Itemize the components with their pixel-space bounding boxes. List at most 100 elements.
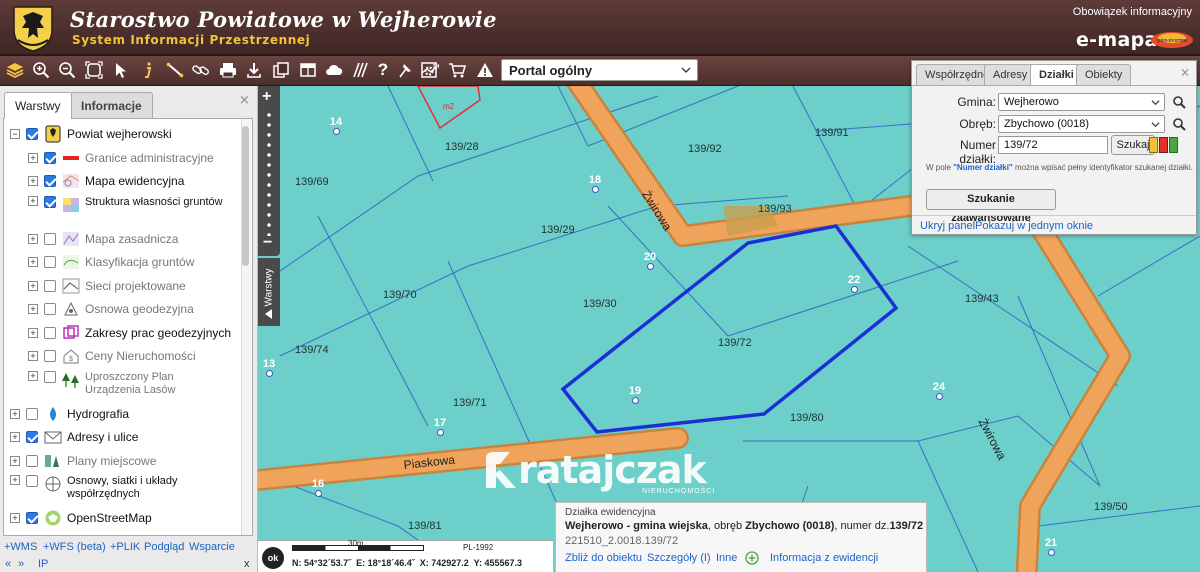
expand-icon[interactable]: + [28,195,38,206]
side-layers-tab[interactable]: Warstwy [258,258,280,326]
layer-label[interactable]: Plany miejscowe [67,454,156,468]
layer-checkbox[interactable] [44,279,56,292]
expand-icon[interactable]: + [28,327,38,338]
tab-obiekty[interactable]: Obiekty [1076,64,1132,85]
layer-checkbox[interactable] [44,303,56,315]
layer-label[interactable]: Mapa zasadnicza [85,232,178,246]
settings-icon[interactable] [420,59,442,81]
ok-button[interactable]: ok [262,547,284,569]
layer-checkbox[interactable] [44,370,56,383]
numer-dzialki-input[interactable]: 139/72 [998,136,1108,154]
print-icon[interactable] [217,59,239,81]
cart-icon[interactable] [446,59,468,81]
layer-row[interactable]: + OpenStreetMap [10,507,152,529]
layer-checkbox[interactable] [44,195,56,208]
add-file-link[interactable]: +PLIK [110,541,140,553]
layer-label[interactable]: Mapa ewidencyjna [85,174,184,188]
layer-checkbox[interactable] [44,232,56,245]
layer-row[interactable]: − Powiat wejherowski [10,123,172,145]
layer-checkbox[interactable] [44,175,56,187]
expand-icon[interactable]: + [10,408,20,419]
layer-checkbox[interactable] [26,454,38,467]
link-icon[interactable] [190,59,212,81]
add-circle-icon[interactable] [745,551,759,565]
add-wfs-link[interactable]: +WFS (beta) [43,541,106,553]
expand-icon[interactable]: + [28,304,38,314]
layer-row[interactable]: + Struktura własności gruntów [28,194,225,226]
zoom-in-icon[interactable] [30,59,52,81]
layer-row[interactable]: +Generalna Dyrekcja Ochrony [10,531,222,537]
information-obligation-link[interactable]: Obowiązek informacyjny [1073,6,1192,18]
layer-label[interactable]: Uproszczony Plan Urządzenia Lasów [85,371,225,397]
help-icon[interactable]: ? [372,59,394,81]
layer-row[interactable]: + Mapa zasadnicza [28,228,178,250]
layer-row[interactable]: + Granice administracyjne [28,147,214,169]
layer-label[interactable]: Powiat wejherowski [67,127,172,141]
advanced-search-button[interactable]: Szukanie zaawansowane [926,189,1056,224]
zoom-slider[interactable] [267,110,271,236]
layer-row[interactable]: + Sieci projektowane [28,275,186,297]
layer-checkbox[interactable] [44,326,56,339]
layer-row[interactable]: + $ Ceny Nieruchomości [28,345,196,367]
layer-label[interactable]: Osnowy, siatki i układy współrzędnych [67,475,207,501]
layer-checkbox[interactable] [26,128,38,140]
tab-dzialki[interactable]: Działki [1030,64,1083,86]
layer-label[interactable]: Struktura własności gruntów [85,196,225,209]
layer-row[interactable]: + Adresy i ulice [10,426,138,448]
layer-checkbox[interactable] [26,431,38,443]
zoom-extent-icon[interactable] [83,59,105,81]
gmina-select[interactable]: Wejherowo [998,93,1165,111]
preview-link[interactable]: Podgląd [144,541,184,553]
layer-row[interactable]: + Hydrografia [10,403,129,425]
download-icon[interactable] [243,59,265,81]
layer-checkbox[interactable] [26,475,38,487]
zoom-out-button[interactable]: − [263,234,272,252]
cloud-icon[interactable] [323,59,345,81]
obreb-select[interactable]: Zbychowo (0018) [998,115,1165,133]
expand-icon[interactable]: + [10,475,20,485]
single-window-link[interactable]: Pokazuj w jednym oknie [975,220,1093,232]
search-obreb-icon[interactable] [1172,117,1186,131]
layer-checkbox[interactable] [44,350,56,362]
layer-label[interactable]: Zakresy prac geodezyjnych [85,326,231,340]
close-links-icon[interactable]: x [244,558,250,570]
export-icon[interactable] [270,59,292,81]
window-icon[interactable] [297,59,319,81]
layer-row[interactable]: + Zakresy prac geodezyjnych [28,322,231,344]
layer-row[interactable]: + Klasyfikacja gruntów [28,251,194,273]
close-search-icon[interactable]: ⨯ [1180,65,1190,79]
layer-tree-scroll-thumb[interactable] [242,126,249,266]
layer-checkbox[interactable] [26,536,38,537]
pointer-icon[interactable] [110,59,132,81]
zoom-in-button[interactable]: + [262,88,271,106]
layer-row[interactable]: + Osnowa geodezyjna [28,298,194,320]
expand-icon[interactable]: + [10,513,20,523]
expand-icon[interactable]: + [28,280,38,291]
layer-checkbox[interactable] [26,512,38,524]
layer-label[interactable]: Sieci projektowane [85,279,186,293]
layer-label[interactable]: Generalna Dyrekcja Ochrony [67,535,222,536]
close-panel-icon[interactable]: ⨯ [239,92,250,108]
add-wms-link[interactable]: +WMS [4,541,37,553]
layer-label[interactable]: Ceny Nieruchomości [85,349,196,363]
expand-icon[interactable]: + [28,176,38,186]
registry-info-link[interactable]: Informacja z ewidencji [770,552,878,564]
hide-panel-link[interactable]: Ukryj panel [920,220,975,232]
expand-icon[interactable]: + [28,351,38,361]
layer-row[interactable]: + Plany miejscowe [10,450,156,472]
search-gmina-icon[interactable] [1172,95,1186,109]
zoom-out-icon[interactable] [56,59,78,81]
tab-warstwy[interactable]: Warstwy [4,92,72,119]
layer-label[interactable]: Klasyfikacja gruntów [85,255,194,269]
measure-icon[interactable] [164,59,186,81]
collapse-left-link[interactable]: « [5,558,11,570]
expand-icon[interactable]: + [28,257,38,267]
expand-icon[interactable]: + [10,455,20,466]
details-link[interactable]: Szczegóły (I) [647,552,711,564]
layers-icon[interactable] [4,59,26,81]
tab-informacje[interactable]: Informacje [70,92,153,118]
layer-label[interactable]: Hydrografia [67,407,129,421]
layer-label[interactable]: Adresy i ulice [67,430,138,444]
layer-checkbox[interactable] [44,256,56,268]
layer-checkbox[interactable] [26,407,38,420]
